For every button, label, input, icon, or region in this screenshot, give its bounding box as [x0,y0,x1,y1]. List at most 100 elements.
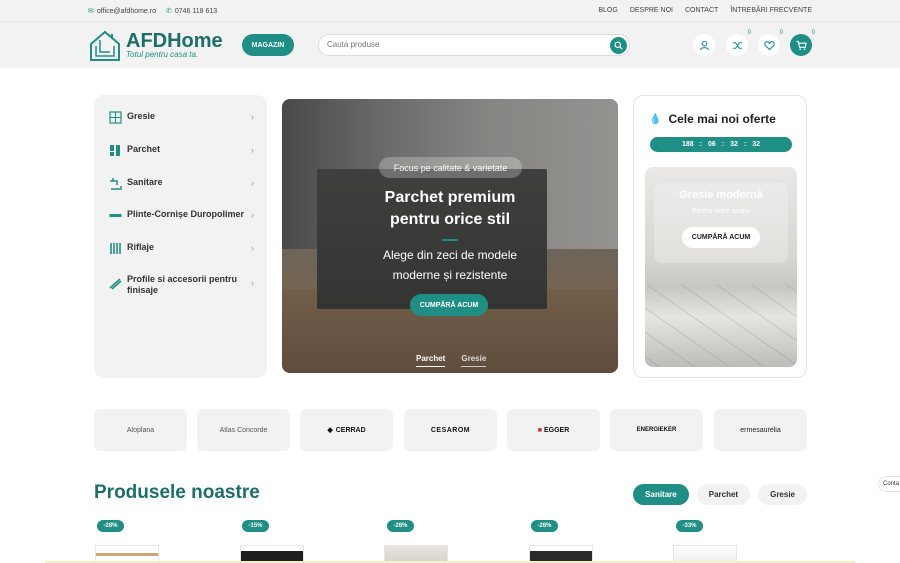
cart-button[interactable]: 0 [790,30,815,56]
brand-name: EGGER [543,426,570,434]
hero-tab-parchet[interactable]: Parchet [416,354,446,367]
tab-gresie[interactable]: Gresie [758,484,807,505]
offers-title: Cele mai noi oferte [668,112,776,126]
discount-badge: -28% [97,520,124,532]
category-label: Riflaje [127,242,155,252]
category-item-sanitare[interactable]: Sanitare › [109,177,254,190]
drop-icon: 💧 [649,113,662,125]
molding-icon [109,214,122,217]
timer-days: 188 [681,141,694,148]
cart-icon [795,40,807,50]
timer-minutes: 32 [730,141,738,148]
faucet-icon [110,178,122,190]
category-item-parchet[interactable]: Parchet › [109,144,254,157]
tab-sanitare[interactable]: Sanitare [633,484,689,505]
category-item-plinte[interactable]: Plinte-Cornișe Duropolimer › [109,209,254,222]
timer-hours: 06 [707,141,716,148]
brand-aloplana[interactable]: Aloplana [94,409,187,451]
promo-buy-button[interactable]: CUMPĂRĂ ACUM [682,227,760,248]
category-label: Parchet [127,144,161,154]
promo-card[interactable]: Gresie modernă Pentru orice spațiu CUMPĂ… [645,167,797,367]
phone-link[interactable]: ✆ 0746 118 613 [166,7,217,15]
wishlist-button[interactable]: 0 [758,30,783,56]
tiles-icon [109,111,122,124]
category-item-profile[interactable]: Profile si accesorii pentru finisaje › [109,274,254,296]
site-logo[interactable]: AFDHome Totul pentru casa ta. [88,28,223,62]
account-button[interactable] [693,34,715,56]
tab-parchet[interactable]: Parchet [696,484,751,505]
egger-logo-icon: ■ [537,426,542,434]
main-header: AFDHome Totul pentru casa ta. MAGAZIN 0 … [0,22,900,68]
chevron-right-icon: › [251,112,254,122]
discount-badge: -33% [676,520,703,532]
email-link[interactable]: ✉ office@afdhome.ro [88,7,156,15]
cart-count: 0 [811,30,815,36]
hero-title: Parchet premium pentru orice stil [384,189,516,228]
category-label: Profile si accesorii pentru finisaje [127,274,238,295]
slats-icon [110,243,121,254]
cerrad-logo-icon: ◆ [327,427,333,434]
countdown-timer: 188: 06: 32: 32 [650,137,792,152]
user-icon [699,40,709,50]
promo-subtitle: Pentru orice spațiu [691,208,751,215]
chevron-right-icon: › [251,243,254,253]
brand-atlas-concorde[interactable]: Atlas Concorde [197,409,290,451]
wishlist-count: 0 [779,30,783,36]
search-icon [614,41,623,50]
brand-ermes-aurelia[interactable]: ermesaurelia [714,409,807,451]
logo-name: AFDHome [126,30,223,52]
heart-icon [763,40,775,50]
promo-title: Gresie modernă [679,189,763,201]
hero-buy-button[interactable]: CUMPĂRĂ ACUM [410,294,488,316]
parquet-icon [110,145,120,156]
hero-tab-gresie[interactable]: Gresie [461,354,487,367]
search-input[interactable] [327,40,587,49]
chevron-right-icon: › [251,210,254,220]
marble-texture [645,285,797,367]
offers-heading: 💧 Cele mai noi oferte [649,112,776,126]
shuffle-icon [732,41,742,49]
nav-about[interactable]: DESPRE NOI [630,7,673,14]
nav-faq[interactable]: ÎNTREBĂRI FRECVENTE [730,7,812,14]
hero-pill: Focus pe calitate & varietate [379,157,522,178]
products-title: Produsele noastre [94,482,260,503]
email-text: office@afdhome.ro [96,8,156,15]
hero-slider: Focus pe calitate & varietate Parchet pr… [282,99,618,373]
brand-egger[interactable]: ■ EGGER [507,409,600,451]
category-item-riflaje[interactable]: Riflaje › [109,242,254,255]
brand-energieker[interactable]: ENERGIEKER [610,409,703,451]
product-tabs: Sanitare Parchet Gresie [633,484,807,505]
hero-tabs: Parchet Gresie [416,354,487,367]
brand-cesarom[interactable]: CESAROM [404,409,497,451]
discount-badge: -26% [531,520,558,532]
hero-subtitle: Alege din zeci de modele moderne și rezi… [382,248,518,282]
category-label: Sanitare [127,177,163,187]
search-button[interactable] [610,37,627,54]
brand-strip: Aloplana Atlas Concorde ◆ CERRAD CESAROM … [94,409,807,451]
search-bar [318,34,630,56]
hero-divider [442,239,458,241]
top-bar: ✉ office@afdhome.ro ✆ 0746 118 613 BLOG DE… [0,0,900,22]
chevron-right-icon: › [251,178,254,188]
discount-badge: -26% [387,520,414,532]
category-item-gresie[interactable]: Gresie › [109,111,254,124]
brand-cerrad[interactable]: ◆ CERRAD [300,409,393,451]
mail-icon: ✉ [88,8,94,15]
house-logo-icon [90,30,120,61]
discount-badge: -15% [242,520,269,532]
timer-seconds: 32 [752,141,761,148]
hero-overlay [282,99,618,373]
chevron-right-icon: › [251,278,254,288]
phone-icon: ✆ [166,8,172,15]
category-menu: Gresie › Parchet › Sanitare › Plinte-Cor… [94,95,267,378]
category-label: Plinte-Cornișe Duropolimer [127,209,245,219]
contact-side-tab[interactable]: Conta [878,476,900,492]
category-label: Gresie [127,111,156,121]
compare-button[interactable]: 0 [726,30,751,56]
nav-blog[interactable]: BLOG [598,7,617,14]
nav-contact[interactable]: CONTACT [685,7,718,14]
shop-button[interactable]: MAGAZIN [242,34,294,56]
phone-text: 0746 118 613 [174,8,218,15]
brand-name: CERRAD [335,426,366,434]
profile-icon [109,278,122,290]
